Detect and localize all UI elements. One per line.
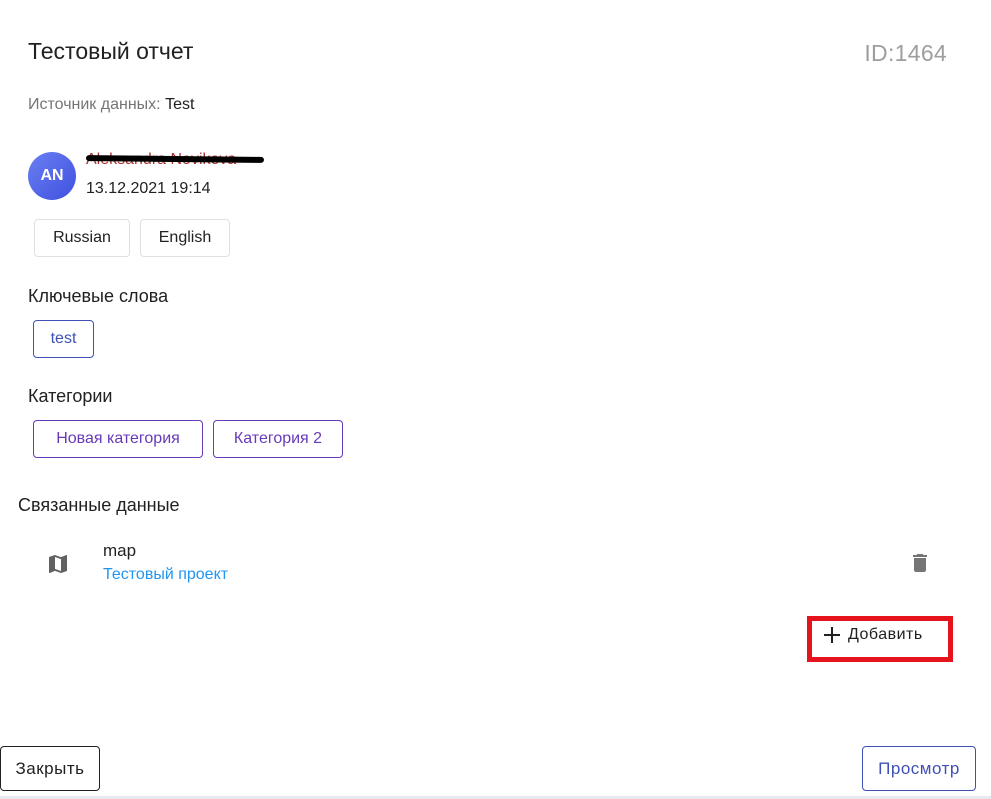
preview-button[interactable]: Просмотр — [862, 746, 976, 791]
language-chip-russian[interactable]: Russian — [34, 219, 130, 257]
data-source: Источник данных: Test — [28, 96, 194, 114]
add-button-label: Добавить — [848, 626, 923, 643]
linked-item-project-link[interactable]: Тестовый проект — [103, 566, 228, 584]
data-source-value: Test — [165, 96, 195, 113]
keyword-chip[interactable]: test — [33, 320, 94, 358]
keywords-label: Ключевые слова — [28, 286, 169, 306]
report-dialog: Тестовый отчет ID:1464 Источник данных: … — [0, 0, 991, 799]
category-chip-new[interactable]: Новая категория — [33, 420, 203, 458]
linked-data-label: Связанные данные — [18, 495, 180, 515]
plus-icon — [824, 627, 840, 643]
close-button[interactable]: Закрыть — [0, 746, 100, 791]
map-icon — [49, 555, 67, 573]
category-chip-2[interactable]: Категория 2 — [213, 420, 343, 458]
linked-data-item: map Тестовый проект — [0, 536, 991, 592]
language-chip-english[interactable]: English — [140, 219, 230, 257]
report-id: ID:1464 — [864, 40, 947, 66]
author-date: 13.12.2021 19:14 — [86, 180, 211, 197]
data-source-label: Источник данных: — [28, 96, 161, 113]
avatar: AN — [28, 152, 76, 200]
categories-label: Категории — [28, 386, 113, 406]
trash-icon[interactable] — [908, 550, 932, 576]
linked-item-name: map — [103, 541, 137, 560]
add-linked-data-button[interactable]: Добавить — [814, 621, 923, 649]
report-title: Тестовый отчет — [28, 38, 194, 64]
